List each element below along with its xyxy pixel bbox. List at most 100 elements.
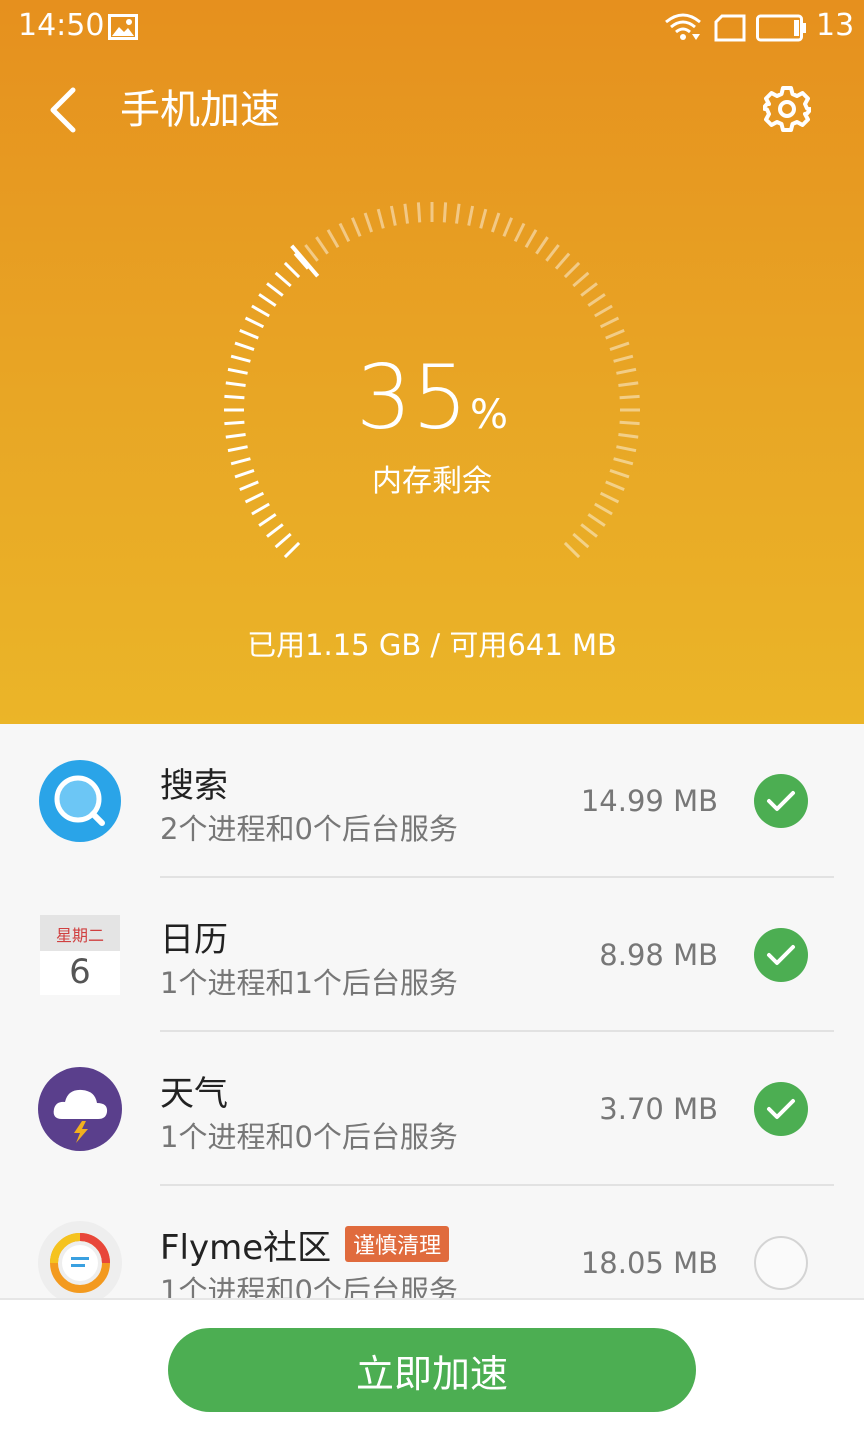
gauge-tick [580, 523, 598, 538]
list-item[interactable]: 天气 1个进程和0个后台服务 3.70 MB [0, 1032, 864, 1186]
gauge-tick [572, 271, 590, 288]
gauge-tick [599, 316, 620, 329]
gear-icon [763, 86, 811, 132]
gauge-tick [266, 523, 284, 538]
gauge-tick [351, 217, 362, 237]
gauge-tick [416, 202, 422, 223]
list-item[interactable]: 搜索 2个进程和0个后台服务 14.99 MB [0, 724, 864, 878]
weather-app-icon [38, 1067, 122, 1151]
gauge-tick [376, 208, 385, 229]
app-list[interactable]: 搜索 2个进程和0个后台服务 14.99 MB 星期二 6 日历 1个进程和1个… [0, 724, 864, 1298]
gauge-tick [274, 271, 292, 288]
gauge-percent-sign: % [469, 392, 508, 438]
gauge-tick [251, 304, 270, 318]
app-size: 14.99 MB [580, 784, 718, 818]
app-size: 3.70 MB [599, 1092, 718, 1126]
calendar-icon-day: 6 [69, 952, 91, 992]
battery-level: 13 [816, 8, 855, 43]
gauge-tick [283, 261, 301, 279]
page-title: 手机加速 [120, 87, 280, 133]
gauge-tick [304, 244, 319, 262]
gauge-tick [502, 217, 513, 237]
app-detail: 1个进程和1个后台服务 [160, 966, 458, 1000]
app-size: 8.98 MB [599, 938, 718, 972]
gauge-value: 35% [212, 350, 652, 446]
wifi-icon [665, 13, 701, 40]
app-name: 天气 [160, 1073, 228, 1114]
gauge-tick [326, 229, 340, 248]
gauge-tick [266, 282, 284, 297]
calendar-app-icon: 星期二 6 [40, 915, 120, 995]
gauge-tick [244, 316, 265, 329]
boost-button[interactable]: 立即加速 [168, 1328, 696, 1412]
gauge-tick [442, 202, 448, 223]
app-checkbox[interactable] [754, 1082, 808, 1136]
gauge-tick [403, 203, 409, 224]
gauge-tick [258, 513, 277, 527]
gauge-tick [594, 304, 613, 318]
gauge-tick [338, 222, 351, 243]
search-app-icon [39, 760, 121, 842]
gauge-percent: 35 [356, 346, 468, 449]
app-checkbox[interactable] [754, 1236, 808, 1290]
status-time: 14:50 [18, 8, 105, 43]
gauge-tick [315, 236, 329, 255]
gauge-tick [594, 502, 613, 516]
gauge-tick [234, 341, 255, 352]
gauge-tick [455, 203, 461, 224]
check-icon [767, 945, 795, 965]
app-checkbox[interactable] [754, 928, 808, 982]
back-button[interactable] [34, 84, 90, 136]
gauge-tick [535, 236, 549, 255]
list-item[interactable]: Flyme社区 谨慎清理 1个进程和0个后台服务 18.05 MB [0, 1186, 864, 1298]
calendar-icon-weekday: 星期二 [56, 926, 104, 945]
gauge-tick [513, 222, 526, 243]
hero-panel: 14:50 13 手机加速 35% 内存剩余 已用1.15 GB / 可用641… [0, 0, 864, 724]
app-detail: 2个进程和0个后台服务 [160, 812, 458, 846]
image-icon [108, 14, 138, 40]
app-name: 日历 [160, 919, 228, 960]
app-name: Flyme社区 [160, 1227, 332, 1268]
gauge-tick [563, 541, 581, 559]
gauge-tick [490, 212, 501, 233]
gauge-tick [239, 329, 259, 340]
gauge-tick [227, 445, 248, 453]
flyme-community-app-icon [38, 1221, 122, 1298]
gauge-tick [572, 532, 590, 549]
app-detail: 1个进程和0个后台服务 [160, 1274, 458, 1298]
gauge-tick [467, 205, 475, 226]
gauge-tick [283, 541, 301, 559]
gauge-tick [587, 293, 606, 307]
gauge-tick [479, 208, 488, 229]
bottom-bar: 立即加速 [0, 1298, 864, 1440]
gauge-tick [389, 205, 397, 226]
gauge-tick [580, 282, 598, 297]
check-icon [767, 1099, 795, 1119]
app-detail: 1个进程和0个后台服务 [160, 1120, 458, 1154]
chevron-left-icon [50, 87, 76, 133]
memory-summary: 已用1.15 GB / 可用641 MB [247, 628, 617, 662]
gauge-tick [274, 532, 292, 549]
check-icon [767, 791, 795, 811]
gauge-tick [554, 252, 571, 270]
gauge-tick [609, 341, 630, 352]
gauge-tick [524, 229, 538, 248]
sim-icon [714, 14, 746, 42]
app-checkbox[interactable] [754, 774, 808, 828]
gauge-tick [605, 329, 625, 340]
settings-button[interactable] [760, 82, 814, 136]
gauge-tick [258, 293, 277, 307]
gauge-tick [363, 212, 374, 233]
memory-gauge: 35% 内存剩余 [212, 200, 652, 580]
app-name: 搜索 [160, 765, 228, 806]
gauge-tick [545, 244, 560, 262]
gauge-tick [563, 261, 581, 279]
gauge-tick [251, 502, 270, 516]
battery-icon [756, 14, 806, 42]
app-size: 18.05 MB [580, 1246, 718, 1280]
list-item[interactable]: 星期二 6 日历 1个进程和1个后台服务 8.98 MB [0, 878, 864, 1032]
gauge-label: 内存剩余 [372, 464, 492, 499]
caution-badge: 谨慎清理 [345, 1226, 450, 1262]
top-bar: 手机加速 [0, 60, 864, 156]
status-bar: 14:50 13 [0, 0, 864, 56]
